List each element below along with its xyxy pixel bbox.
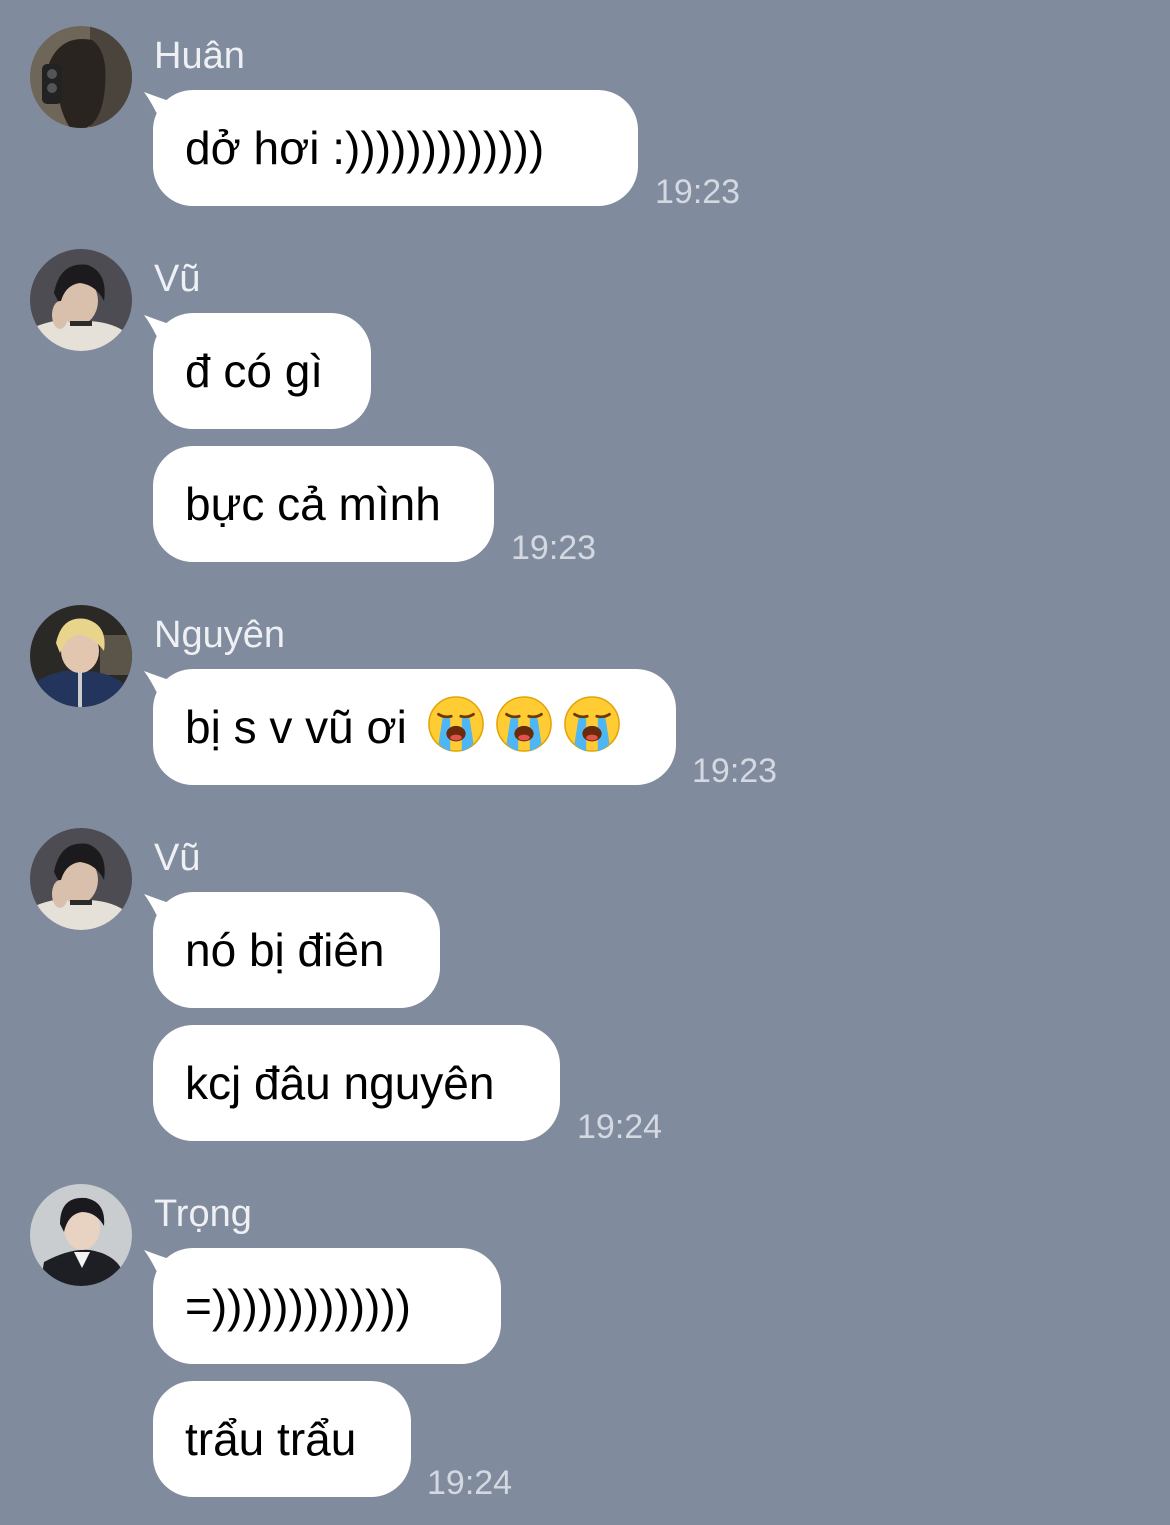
message-bubble[interactable]: kcj đâu nguyên (153, 1025, 560, 1141)
message-bubble[interactable]: bị s v vũ ơi (153, 669, 676, 785)
message-text: đ có gì (185, 345, 324, 397)
sender-name: Vũ (154, 258, 201, 300)
avatar-vu[interactable] (30, 249, 132, 351)
message-text: trẩu trẩu (185, 1413, 357, 1465)
message-bubble[interactable]: bực cả mình (153, 446, 494, 562)
avatar-huan[interactable] (30, 26, 132, 128)
message-timestamp: 19:23 (655, 173, 741, 211)
message-timestamp: 19:23 (511, 529, 597, 567)
message-text: bị s v vũ ơi (185, 701, 407, 753)
message-timestamp: 19:24 (577, 1108, 663, 1146)
message-bubble[interactable]: đ có gì (153, 313, 371, 429)
message-text: nó bị điên (185, 924, 385, 976)
message-bubble[interactable]: trẩu trẩu (153, 1381, 411, 1497)
message-text: dở hơi :))))))))))))) (185, 122, 545, 174)
chat-screen: { "chat": { "groups": [ { "sender": "Huâ… (0, 0, 1170, 1525)
message-text: kcj đâu nguyên (185, 1057, 495, 1109)
message-bubble[interactable]: =))))))))))))) (153, 1248, 501, 1364)
message-text: bực cả mình (185, 478, 441, 530)
sender-name: Trọng (154, 1193, 252, 1235)
message-timestamp: 19:23 (692, 752, 778, 790)
avatar-vu[interactable] (30, 828, 132, 930)
loudly-crying-face-icon (427, 679, 485, 752)
loudly-crying-face-icon (495, 679, 553, 752)
loudly-crying-face-icon (563, 679, 621, 752)
message-text: =))))))))))))) (185, 1280, 412, 1332)
sender-name: Vũ (154, 837, 201, 879)
emoji-row (407, 696, 621, 753)
sender-name: Nguyên (154, 614, 285, 656)
message-timestamp: 19:24 (427, 1464, 513, 1502)
sender-name: Huân (154, 35, 245, 77)
avatar-trong[interactable] (30, 1184, 132, 1286)
message-bubble[interactable]: dở hơi :))))))))))))) (153, 90, 638, 206)
message-bubble[interactable]: nó bị điên (153, 892, 440, 1008)
avatar-nguyen[interactable] (30, 605, 132, 707)
